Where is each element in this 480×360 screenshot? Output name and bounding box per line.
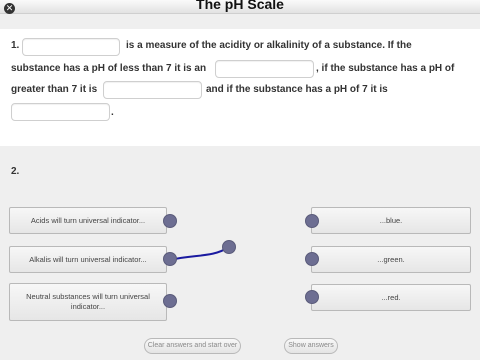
left-item-acids[interactable]: Acids will turn universal indicator...	[9, 207, 167, 234]
right-item-green[interactable]: ...green.	[311, 246, 471, 273]
right-item-label: ...blue.	[379, 215, 403, 225]
left-item-alkalis[interactable]: Alkalis will turn universal indicator...	[9, 246, 167, 273]
right-connector-dot-3[interactable]	[305, 290, 319, 304]
left-item-neutral[interactable]: Neutral substances will turn universal i…	[9, 283, 167, 321]
right-item-blue[interactable]: ...blue.	[311, 207, 471, 234]
left-connector-dot-3[interactable]	[163, 294, 177, 308]
drag-handle-dot[interactable]	[222, 240, 236, 254]
clear-answers-button[interactable]: Clear answers and start over	[144, 338, 241, 354]
right-item-label: ...red.	[381, 292, 401, 302]
right-connector-dot-2[interactable]	[305, 252, 319, 266]
left-connector-dot-1[interactable]	[163, 214, 177, 228]
right-connector-dot-1[interactable]	[305, 214, 319, 228]
left-item-label: Alkalis will turn universal indicator...	[29, 254, 147, 264]
left-item-label: Acids will turn universal indicator...	[30, 215, 146, 225]
show-answers-button[interactable]: Show answers	[284, 338, 338, 354]
left-connector-dot-2[interactable]	[163, 252, 177, 266]
left-item-label: Neutral substances will turn universal i…	[26, 292, 150, 311]
right-item-red[interactable]: ...red.	[311, 284, 471, 311]
right-item-label: ...green.	[377, 254, 405, 264]
